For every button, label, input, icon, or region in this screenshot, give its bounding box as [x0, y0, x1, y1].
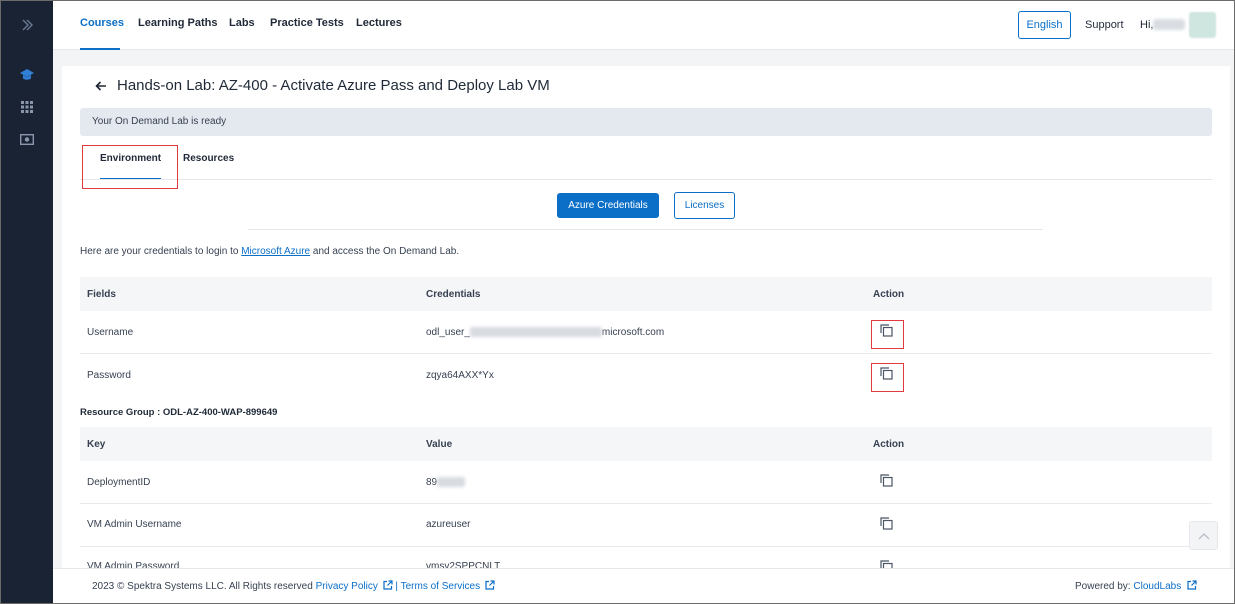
credential-password: zqya64AXX*Yx	[426, 370, 494, 381]
back-arrow-icon[interactable]	[95, 79, 107, 97]
nav-labs[interactable]: Labs	[229, 17, 255, 29]
graduation-cap-icon[interactable]	[0, 61, 53, 89]
deployment-id-value: 89	[426, 477, 438, 488]
nav-courses[interactable]: Courses	[80, 17, 124, 29]
support-link[interactable]: Support	[1085, 19, 1124, 31]
external-link-icon[interactable]	[383, 580, 393, 590]
key-vm-admin-username: VM Admin Username	[87, 519, 182, 530]
licenses-button[interactable]: Licenses	[674, 192, 735, 219]
column-header-fields: Fields	[87, 289, 116, 300]
tab-resources[interactable]: Resources	[183, 153, 234, 164]
deployment-id-redacted	[437, 477, 466, 488]
external-link-icon[interactable]	[1187, 580, 1197, 590]
credentials-intro: Here are your credentials to login to Mi…	[80, 246, 459, 257]
scroll-to-top-button[interactable]	[1189, 521, 1218, 550]
column-header-action: Action	[873, 289, 905, 300]
tabs-divider	[80, 179, 1212, 180]
column-header-key: Key	[87, 439, 106, 450]
cloudlabs-link[interactable]: CloudLabs	[1133, 581, 1181, 592]
username-suffix: microsoft.com	[601, 327, 665, 338]
nav-learning-paths[interactable]: Learning Paths	[138, 17, 217, 29]
microsoft-azure-link[interactable]: Microsoft Azure	[241, 246, 310, 257]
credentials-table-header	[80, 277, 1212, 311]
value-vm-admin-username: azureuser	[426, 519, 471, 530]
column-header-action: Action	[873, 439, 905, 450]
field-password: Password	[87, 370, 131, 381]
row-divider	[80, 353, 1212, 354]
user-greeting[interactable]: Hi,	[1140, 19, 1153, 31]
expand-sidebar-icon[interactable]	[0, 11, 53, 39]
sidebar	[0, 0, 53, 604]
copyright-text: 2023 © Spektra Systems LLC. All Rights r…	[92, 581, 316, 592]
powered-by-text: Powered by:	[1075, 581, 1134, 592]
value-deployment-id: 89	[426, 477, 466, 488]
avatar[interactable]	[1189, 12, 1216, 38]
buttons-divider	[248, 229, 1043, 230]
key-deployment-id: DeploymentID	[87, 477, 151, 488]
highlight-box-copy-username	[871, 320, 904, 349]
intro-text-after: and access the On Demand Lab.	[310, 246, 460, 257]
intro-text-before: Here are your credentials to login to	[80, 246, 242, 257]
privacy-policy-link[interactable]: Privacy Policy	[316, 581, 378, 592]
footer-separator: |	[392, 581, 401, 592]
chevron-up-icon	[1198, 532, 1209, 539]
nav-practice-tests[interactable]: Practice Tests	[270, 17, 344, 29]
column-header-credentials: Credentials	[426, 289, 481, 300]
external-link-icon[interactable]	[485, 580, 495, 590]
copy-icon[interactable]	[880, 474, 893, 492]
status-banner: Your On Demand Lab is ready	[80, 108, 1212, 136]
values-table-header	[80, 427, 1212, 461]
terms-of-services-link[interactable]: Terms of Services	[401, 581, 480, 592]
nav-lectures[interactable]: Lectures	[356, 17, 402, 29]
user-name-redacted	[1153, 19, 1185, 30]
page-title: Hands-on Lab: AZ-400 - Activate Azure Pa…	[117, 77, 550, 94]
username-redacted	[469, 327, 602, 338]
resource-group-label: Resource Group : ODL-AZ-400-WAP-899649	[80, 407, 278, 418]
username-prefix: odl_user_	[426, 327, 470, 338]
credential-username: odl_user_ microsoft.com	[426, 327, 664, 338]
language-button[interactable]: English	[1018, 11, 1071, 39]
column-header-value: Value	[426, 439, 453, 450]
highlight-box-environment	[82, 145, 178, 189]
footer-left: 2023 © Spektra Systems LLC. All Rights r…	[92, 580, 495, 592]
row-divider	[80, 503, 1212, 504]
copy-icon[interactable]	[880, 517, 893, 535]
grid-icon[interactable]	[0, 93, 53, 121]
content-card	[62, 66, 1230, 568]
azure-credentials-button[interactable]: Azure Credentials	[557, 193, 659, 218]
money-icon[interactable]	[0, 125, 53, 153]
field-username: Username	[87, 327, 134, 338]
footer-right: Powered by: CloudLabs	[1075, 580, 1197, 592]
row-divider	[80, 546, 1212, 547]
highlight-box-copy-password	[871, 363, 904, 392]
